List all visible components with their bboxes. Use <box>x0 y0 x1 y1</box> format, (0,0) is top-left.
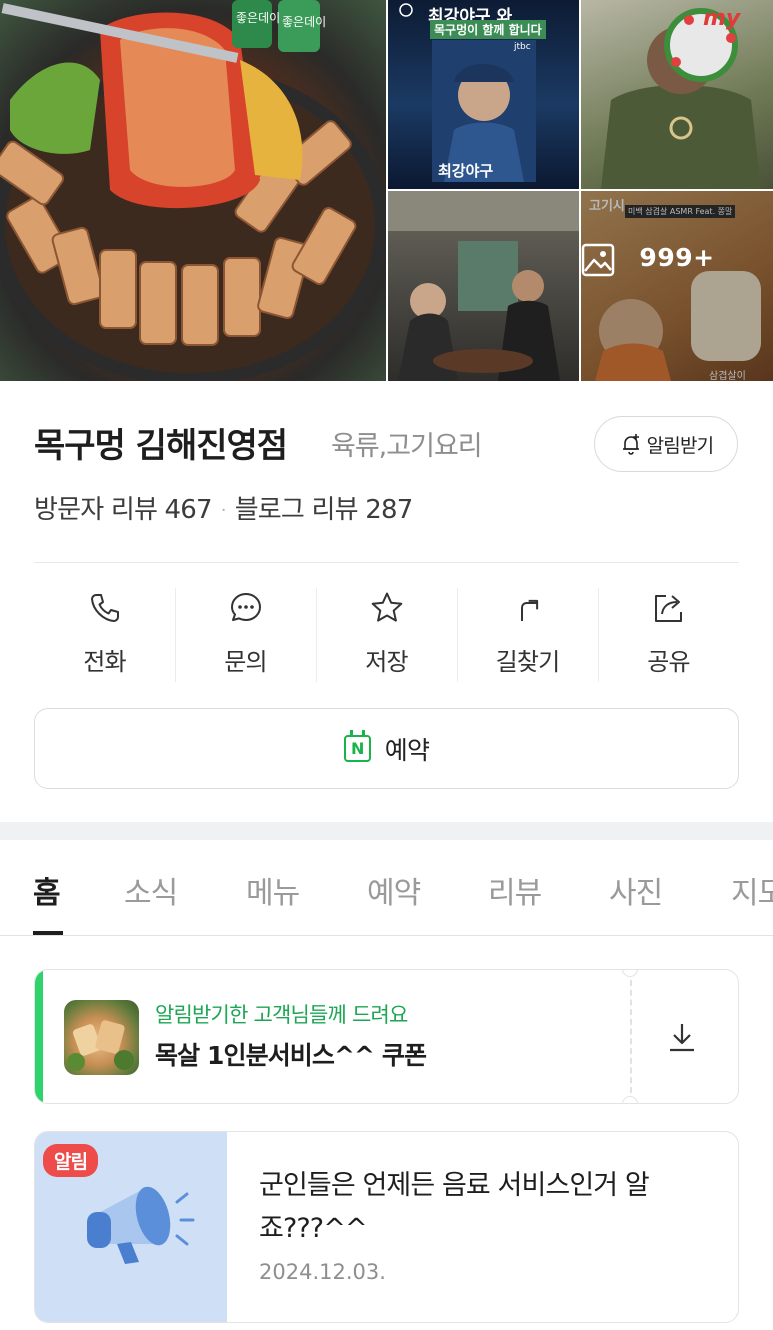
place-category: 육류,고기요리 <box>331 431 483 462</box>
person-photo[interactable]: my <box>581 0 773 189</box>
notice-image: 알림 <box>35 1132 227 1322</box>
action-bar: 전화 문의 저장 길찾기 공유 <box>34 588 739 682</box>
save-button[interactable]: 저장 <box>316 588 457 682</box>
active-tab-indicator <box>33 931 63 935</box>
blog-review-link[interactable]: 블로그 리뷰 287 <box>235 495 414 525</box>
place-name: 목구멍 김해진영점 <box>34 426 288 466</box>
coupon-notch-top <box>622 970 638 977</box>
tab-bar: 홈 소식 메뉴 예약 리뷰 사진 지도 <box>0 840 773 936</box>
coupon-card[interactable]: 알림받기한 고객님들께 드려요 목살 1인분서비스^^ 쿠폰 <box>34 969 739 1104</box>
visitor-review-link[interactable]: 방문자 리뷰 467 <box>34 495 213 525</box>
coupon-notch-bottom <box>622 1096 638 1103</box>
inquiry-button[interactable]: 문의 <box>175 588 316 682</box>
photo-overlay <box>581 191 773 381</box>
restaurant-interior-photo[interactable] <box>388 191 579 381</box>
share-button[interactable]: 공유 <box>598 588 739 682</box>
chat-icon <box>230 593 261 621</box>
tab-map[interactable]: 지도 <box>731 868 773 912</box>
grill-illustration: 좋은데이 좋은데이 <box>0 0 386 381</box>
tab-news[interactable]: 소식 <box>124 868 178 912</box>
coupon-title: 목살 1인분서비스^^ 쿠폰 <box>155 1041 427 1070</box>
coupon-accent-bar <box>35 970 43 1103</box>
photo-gallery[interactable]: 좋은데이 좋은데이 최강야구 와 목구멍이 함께 합니다 jtbc 최강야구 m… <box>0 0 773 381</box>
photo-count[interactable]: 999+ <box>581 243 773 277</box>
tab-reviews[interactable]: 리뷰 <box>488 868 542 912</box>
coupon-divider <box>630 980 632 1093</box>
reserve-label: 예약 <box>384 735 430 765</box>
section-gap <box>0 822 773 840</box>
notice-title: 군인들은 언제든 음료 서비스인거 알죠???^^ <box>259 1170 650 1244</box>
coupon-food-illustration <box>67 1020 134 1071</box>
directions-button[interactable]: 길찾기 <box>457 588 598 682</box>
poster-title: 최강야구 <box>438 162 494 180</box>
bell-plus-icon <box>622 434 639 455</box>
save-label: 저장 <box>365 648 408 676</box>
coupon-thumbnail <box>64 1000 139 1075</box>
coupon-subtitle: 알림받기한 고객님들께 드려요 <box>155 1003 408 1027</box>
poster-logo: jtbc <box>514 42 531 52</box>
watermark-text: my <box>703 6 741 31</box>
notify-label: 알림받기 <box>646 434 715 457</box>
poster-photo[interactable]: 최강야구 와 목구멍이 함께 합니다 jtbc 최강야구 <box>388 0 579 189</box>
notice-date: 2024.12.03. <box>259 1260 386 1284</box>
tab-menu[interactable]: 메뉴 <box>246 868 300 912</box>
poster-subtitle: 목구멍이 함께 합니다 <box>430 20 546 39</box>
person-illustration <box>601 8 761 189</box>
notice-badge: 알림 <box>43 1144 99 1177</box>
divider <box>34 562 739 563</box>
directions-icon <box>520 599 538 621</box>
bottle-label-2: 좋은데이 <box>282 15 326 29</box>
review-separator: · <box>220 500 227 521</box>
naver-calendar-icon: N <box>343 730 371 762</box>
tab-photos[interactable]: 사진 <box>609 868 663 912</box>
share-icon <box>654 595 682 622</box>
star-icon <box>371 592 402 622</box>
notify-button[interactable]: 알림받기 <box>594 416 738 472</box>
notice-card[interactable]: 알림 군인들은 언제든 음료 서비스인거 알죠???^^ 2024.12.03. <box>34 1131 739 1323</box>
more-photos-tile[interactable]: 고기시 미백 삼겹살 ASMR Feat. 쫑말 삼겹살이 999+ <box>581 191 773 381</box>
tab-reservation[interactable]: 예약 <box>367 868 421 912</box>
reserve-button[interactable]: N 예약 <box>34 708 739 789</box>
call-label: 전화 <box>83 648 126 676</box>
call-button[interactable]: 전화 <box>34 588 175 682</box>
directions-label: 길찾기 <box>495 648 561 676</box>
interior-illustration <box>388 191 579 381</box>
review-summary: 방문자 리뷰 467 · 블로그 리뷰 287 <box>34 489 414 526</box>
download-icon[interactable] <box>665 1020 699 1054</box>
share-label: 공유 <box>647 648 690 676</box>
photo-count-label: 999+ <box>639 243 715 272</box>
bottle-label-1: 좋은데이 <box>236 11 280 25</box>
phone-icon <box>90 594 119 622</box>
inquiry-label: 문의 <box>224 648 267 676</box>
image-icon <box>581 243 615 277</box>
tab-home[interactable]: 홈 <box>33 868 61 912</box>
main-food-photo[interactable]: 좋은데이 좋은데이 <box>0 0 386 381</box>
